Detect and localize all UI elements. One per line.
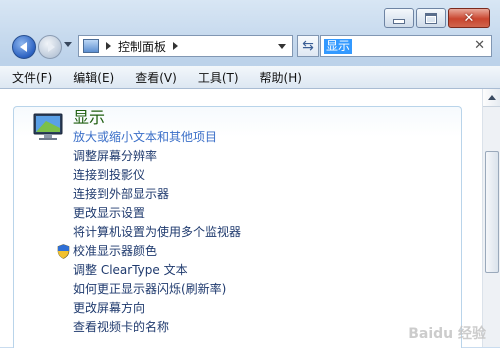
link-connect-external-display[interactable]: 连接到外部显示器	[73, 185, 241, 204]
refresh-icon: ⇆	[302, 38, 314, 54]
section-title-display[interactable]: 显示	[73, 107, 105, 129]
search-input[interactable]: 显示 ✕	[320, 35, 492, 57]
recent-pages-dropdown[interactable]	[64, 42, 72, 47]
clear-search-icon[interactable]: ✕	[474, 38, 485, 53]
control-panel-icon	[83, 39, 99, 53]
minimize-icon	[393, 18, 405, 24]
forward-arrow-icon	[47, 42, 55, 52]
navigation-bar: 控制面板 ⇆ 显示 ✕	[8, 32, 492, 60]
back-button[interactable]	[12, 35, 36, 59]
refresh-button[interactable]: ⇆	[297, 35, 319, 57]
baidu-watermark: Baidu 经验	[408, 326, 486, 342]
menu-edit[interactable]: 编辑(E)	[61, 69, 123, 86]
link-fix-flicker[interactable]: 如何更正显示器闪烁(刷新率)	[73, 280, 241, 299]
scroll-up-button[interactable]	[483, 89, 500, 107]
scroll-up-icon	[487, 95, 496, 100]
menu-help[interactable]: 帮助(H)	[248, 69, 311, 86]
link-calibrate-color[interactable]: 校准显示器颜色	[57, 242, 241, 261]
maximize-icon	[425, 12, 437, 24]
close-button[interactable]: ✕	[448, 8, 490, 28]
maximize-button[interactable]	[416, 8, 446, 28]
breadcrumb-separator-icon[interactable]	[106, 42, 111, 50]
address-dropdown-icon[interactable]	[278, 44, 286, 49]
link-calibrate-color-label: 校准显示器颜色	[73, 244, 158, 258]
scroll-thumb[interactable]	[485, 151, 499, 273]
content-area: 显示 放大或缩小文本和其他项目 调整屏幕分辨率 连接到投影仪 连接到外部显示器 …	[0, 89, 500, 348]
close-icon: ✕	[463, 10, 475, 26]
task-link-list: 放大或缩小文本和其他项目 调整屏幕分辨率 连接到投影仪 连接到外部显示器 更改显…	[57, 128, 241, 337]
link-zoom-text[interactable]: 放大或缩小文本和其他项目	[73, 128, 241, 147]
link-cleartype[interactable]: 调整 ClearType 文本	[73, 261, 241, 280]
link-change-display-settings[interactable]: 更改显示设置	[73, 204, 241, 223]
link-connect-projector[interactable]: 连接到投影仪	[73, 166, 241, 185]
caption-buttons: ✕	[384, 8, 490, 28]
display-section: 显示 放大或缩小文本和其他项目 调整屏幕分辨率 连接到投影仪 连接到外部显示器 …	[13, 106, 462, 348]
search-query[interactable]: 显示	[324, 38, 353, 54]
menu-file[interactable]: 文件(F)	[0, 69, 61, 86]
display-monitor-icon	[33, 113, 63, 140]
forward-button[interactable]	[38, 35, 62, 59]
link-screen-orientation[interactable]: 更改屏幕方向	[73, 299, 241, 318]
breadcrumb-separator-icon[interactable]	[173, 42, 179, 50]
back-arrow-icon	[19, 42, 27, 52]
breadcrumb-control-panel[interactable]: 控制面板	[118, 38, 166, 55]
menu-bar: 文件(F) 编辑(E) 查看(V) 工具(T) 帮助(H)	[0, 66, 500, 89]
menu-tools[interactable]: 工具(T)	[186, 69, 248, 86]
link-video-card-name[interactable]: 查看视频卡的名称	[73, 318, 241, 337]
link-adjust-resolution[interactable]: 调整屏幕分辨率	[73, 147, 241, 166]
address-bar[interactable]: 控制面板	[78, 35, 293, 57]
link-multiple-monitors[interactable]: 将计算机设置为使用多个监视器	[73, 223, 241, 242]
minimize-button[interactable]	[384, 8, 414, 28]
control-panel-window: ✕ 控制面板 ⇆ 显示 ✕ 文件(F) 编辑(E) 查看(V) 工具(T) 帮助…	[0, 0, 500, 348]
menu-view[interactable]: 查看(V)	[123, 69, 186, 86]
uac-shield-icon	[57, 244, 70, 259]
vertical-scrollbar[interactable]	[482, 89, 500, 347]
